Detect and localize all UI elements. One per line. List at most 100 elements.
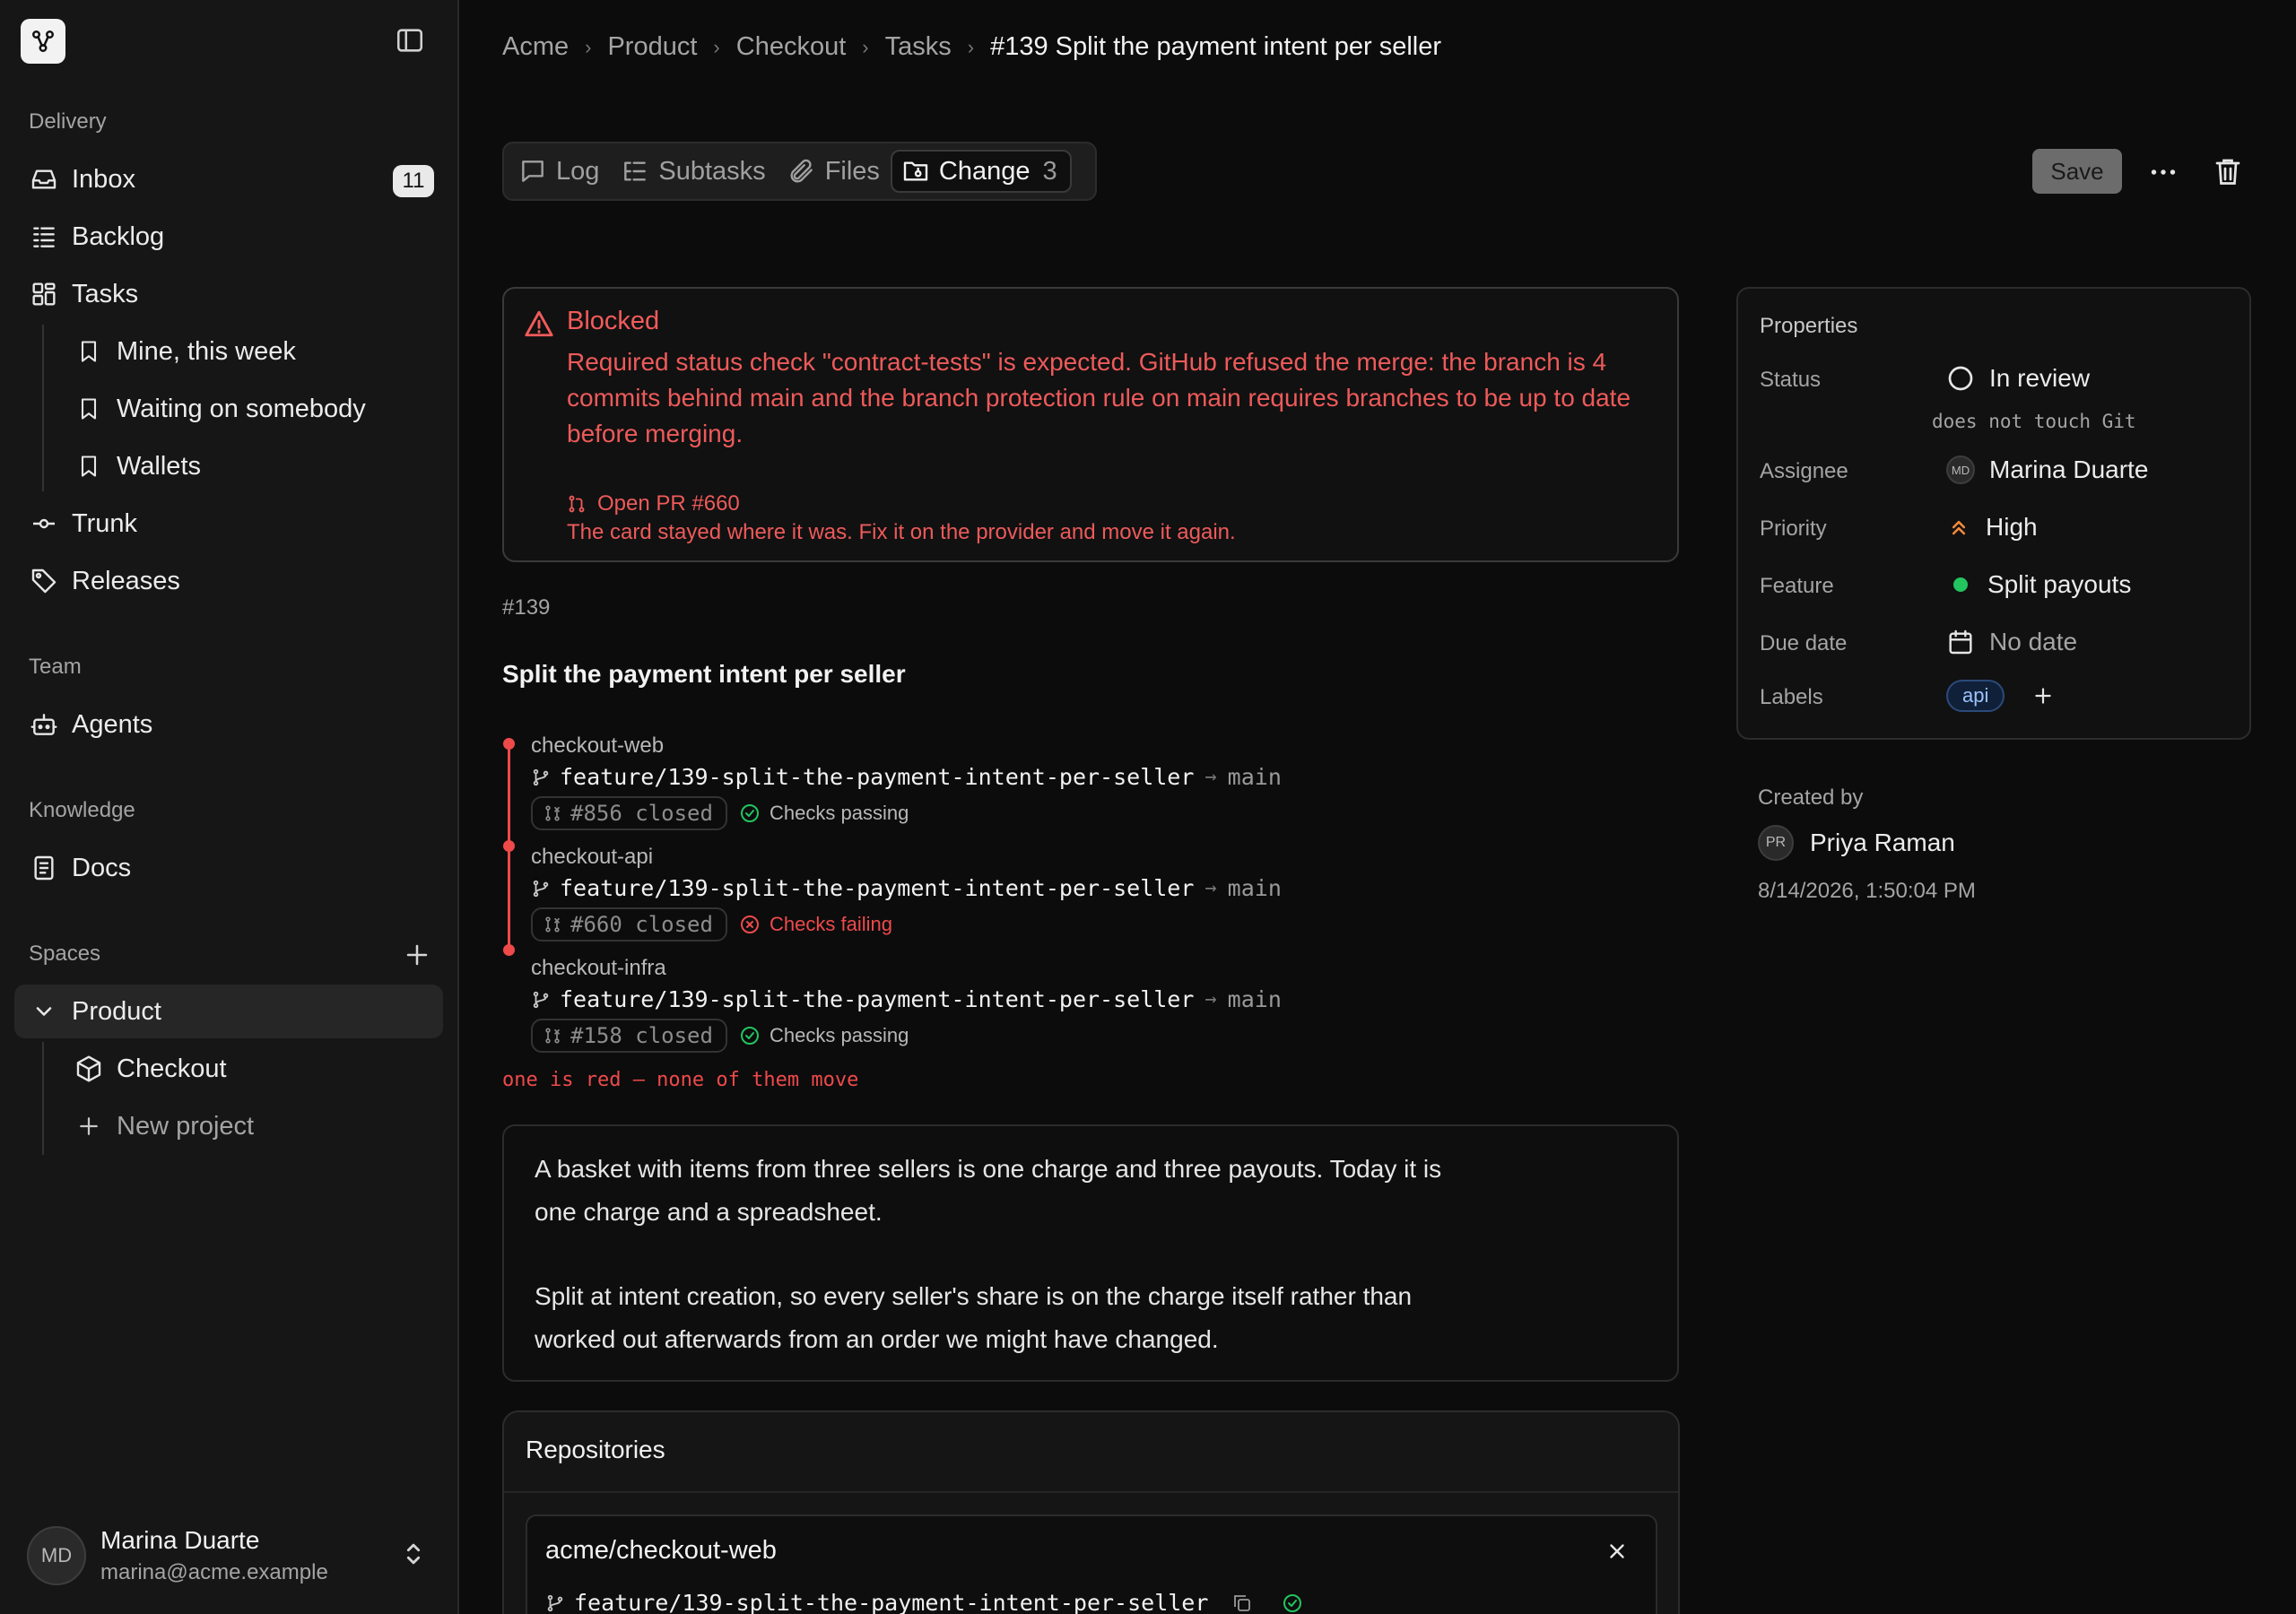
trash-icon[interactable] bbox=[2212, 154, 2244, 188]
branch-line: feature/139-split-the-payment-intent-per… bbox=[531, 986, 1282, 1012]
pull-request-icon bbox=[569, 495, 585, 513]
section-spaces: Spaces bbox=[29, 941, 101, 966]
close-icon[interactable] bbox=[1605, 1540, 1629, 1563]
check-label: Checks passing bbox=[770, 802, 909, 824]
sidebar-item-releases[interactable]: Releases bbox=[14, 554, 443, 608]
branch-name: feature/139-split-the-payment-intent-per… bbox=[560, 875, 1195, 901]
repositories-header: Repositories bbox=[526, 1436, 665, 1463]
sidebar-item-agents[interactable]: Agents bbox=[14, 698, 443, 751]
pr-pill[interactable]: #660 closed bbox=[531, 907, 727, 941]
pull-request-icon bbox=[545, 916, 561, 933]
due-date-field[interactable]: No date bbox=[1946, 628, 2077, 656]
tab-count: 3 bbox=[1042, 156, 1057, 186]
sidebar-item-label: New project bbox=[117, 1111, 255, 1141]
copy-icon[interactable] bbox=[1231, 1592, 1253, 1614]
user-name: Marina Duarte bbox=[100, 1526, 260, 1554]
branch-repo-name: checkout-infra bbox=[531, 956, 666, 980]
bookmark-icon bbox=[74, 394, 104, 424]
sidebar-item-trunk[interactable]: Trunk bbox=[14, 497, 443, 551]
arrow-right-icon: → bbox=[1205, 877, 1217, 899]
commit-icon bbox=[29, 508, 59, 539]
warning-icon bbox=[524, 308, 554, 339]
assignee-label: Assignee bbox=[1760, 459, 1848, 483]
sidebar-item-new-project[interactable]: New project bbox=[14, 1099, 443, 1153]
sidebar-item-waiting-on-somebody[interactable]: Waiting on somebody bbox=[14, 382, 443, 436]
tab-files[interactable]: Files bbox=[787, 150, 880, 193]
user-menu[interactable]: MD Marina Duarte marina@acme.example bbox=[27, 1524, 439, 1589]
branch-dot bbox=[503, 840, 515, 852]
add-space-plus-icon[interactable] bbox=[402, 940, 432, 970]
check-circle-icon bbox=[741, 1027, 759, 1045]
branch-dot bbox=[503, 944, 515, 956]
chevron-down-icon bbox=[29, 996, 59, 1027]
tab-label: Log bbox=[556, 156, 600, 186]
tab-subtasks[interactable]: Subtasks bbox=[621, 150, 766, 193]
due-date-label: Due date bbox=[1760, 631, 1848, 655]
feature-field[interactable]: Split payouts bbox=[1946, 570, 2131, 599]
branch-repo-name: checkout-api bbox=[531, 845, 654, 869]
branch-target: main bbox=[1227, 986, 1282, 1012]
sidebar-item-mine-this-week[interactable]: Mine, this week bbox=[14, 325, 443, 378]
assignee-field[interactable]: MD Marina Duarte bbox=[1946, 456, 2148, 484]
sidebar-item-label: Checkout bbox=[117, 1054, 227, 1083]
status-field[interactable]: In review bbox=[1946, 364, 2090, 393]
inbox-count-badge: 11 bbox=[393, 165, 434, 197]
label-chip-api[interactable]: api bbox=[1946, 680, 2005, 712]
task-description[interactable]: A basket with items from three sellers i… bbox=[502, 1124, 1679, 1382]
sidebar-item-docs[interactable]: Docs bbox=[14, 841, 443, 895]
breadcrumb-item-checkout[interactable]: Checkout bbox=[736, 32, 847, 62]
open-pr-label: Open PR #660 bbox=[597, 491, 740, 516]
status-circle-icon bbox=[1948, 366, 1973, 391]
branch-name: feature/139-split-the-payment-intent-per… bbox=[560, 764, 1195, 790]
sidebar-item-label: Waiting on somebody bbox=[117, 394, 366, 423]
sidebar-item-backlog[interactable]: Backlog bbox=[14, 210, 443, 264]
repository-name[interactable]: acme/checkout-web bbox=[545, 1536, 777, 1566]
blocked-note: The card stayed where it was. Fix it on … bbox=[567, 520, 1236, 544]
branch-warning: one is red — none of them move bbox=[502, 1069, 859, 1091]
task-title[interactable]: Split the payment intent per seller bbox=[502, 660, 906, 689]
check-status: Checks passing bbox=[739, 1024, 909, 1047]
breadcrumb-item-tasks[interactable]: Tasks bbox=[885, 32, 952, 62]
tag-icon bbox=[29, 566, 59, 596]
logo-icon bbox=[32, 30, 54, 52]
repository-branch: feature/139-split-the-payment-intent-per… bbox=[545, 1590, 1312, 1614]
tab-log[interactable]: Log bbox=[518, 150, 599, 193]
add-label-plus-icon[interactable] bbox=[2031, 684, 2055, 707]
x-circle-icon bbox=[741, 915, 759, 933]
check-label: Checks failing bbox=[770, 913, 892, 935]
app-logo[interactable] bbox=[21, 19, 65, 64]
priority-field[interactable]: High bbox=[1946, 513, 2038, 542]
branch-dot bbox=[503, 738, 515, 750]
tab-label: Files bbox=[824, 156, 880, 186]
pr-pill[interactable]: #158 closed bbox=[531, 1019, 727, 1053]
avatar: MD bbox=[1946, 456, 1975, 484]
sidebar-toggle-icon[interactable] bbox=[395, 25, 425, 56]
pull-request-icon bbox=[545, 805, 561, 821]
tab-change[interactable]: Change 3 bbox=[890, 150, 1072, 193]
more-options-icon[interactable] bbox=[2147, 156, 2179, 188]
paperclip-icon bbox=[790, 159, 813, 183]
breadcrumb-item-product[interactable]: Product bbox=[607, 32, 697, 62]
sidebar-item-checkout[interactable]: Checkout bbox=[14, 1042, 443, 1096]
arrow-right-icon: → bbox=[1205, 766, 1217, 788]
pr-pill[interactable]: #856 closed bbox=[531, 796, 727, 830]
breadcrumb-item-acme[interactable]: Acme bbox=[502, 32, 569, 62]
sidebar-item-inbox[interactable]: Inbox 11 bbox=[14, 152, 443, 206]
open-pr-link[interactable]: Open PR #660 bbox=[567, 491, 740, 516]
sidebar-item-wallets[interactable]: Wallets bbox=[14, 439, 443, 493]
created-by-label: Created by bbox=[1758, 785, 1864, 810]
divider bbox=[504, 1491, 1678, 1493]
plus-icon bbox=[74, 1111, 104, 1141]
task-id: #139 bbox=[502, 595, 551, 620]
message-icon bbox=[522, 161, 544, 182]
folder-git-icon bbox=[903, 161, 928, 181]
check-status: Checks passing bbox=[739, 802, 909, 825]
status-value: In review bbox=[1989, 364, 2091, 392]
sidebar-item-label: Docs bbox=[72, 853, 132, 882]
save-button[interactable]: Save bbox=[2032, 149, 2122, 194]
blocked-message: Required status check "contract-tests" i… bbox=[567, 348, 1631, 447]
sidebar: Delivery Inbox 11 Backlog Tasks Mine, th… bbox=[0, 0, 459, 1614]
tasks-icon bbox=[29, 279, 59, 309]
sidebar-item-product[interactable]: Product bbox=[14, 985, 443, 1038]
sidebar-item-tasks[interactable]: Tasks bbox=[14, 267, 443, 321]
